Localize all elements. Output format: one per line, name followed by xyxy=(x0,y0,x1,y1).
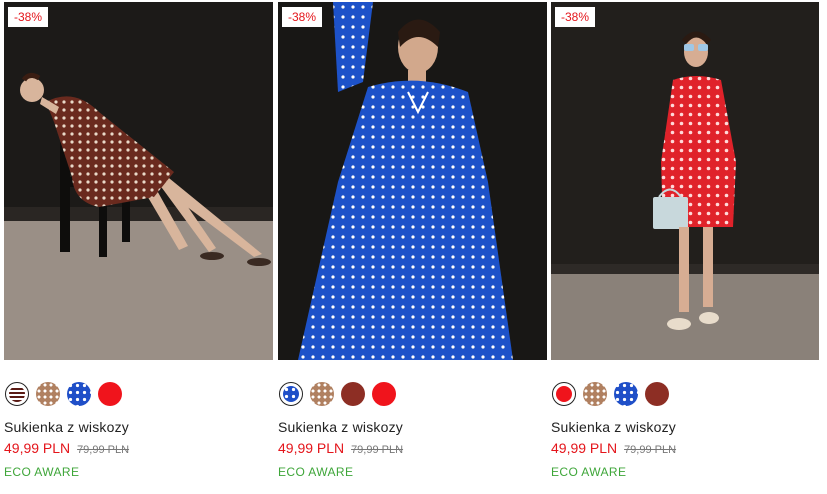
swatch-tan-dots[interactable] xyxy=(36,382,60,406)
swatch-brown-stripe[interactable] xyxy=(5,382,29,406)
product-card[interactable]: -38% Sukienka z wiskozy 49,99 PLN 79,99 … xyxy=(551,2,819,479)
product-photo[interactable]: -38% xyxy=(4,2,273,360)
swatch-blue-dots[interactable] xyxy=(67,382,91,406)
eco-aware-label: ECO AWARE xyxy=(278,465,354,479)
color-swatches xyxy=(4,382,273,406)
swatch-red[interactable] xyxy=(98,382,122,406)
swatch-tan-dots[interactable] xyxy=(310,382,334,406)
old-price: 79,99 PLN xyxy=(351,444,404,456)
product-name[interactable]: Sukienka z wiskozy xyxy=(551,419,819,435)
product-photo[interactable]: -38% xyxy=(551,2,819,360)
current-price: 49,99 PLN xyxy=(278,440,345,456)
product-name[interactable]: Sukienka z wiskozy xyxy=(4,419,273,435)
discount-badge: -38% xyxy=(555,7,596,27)
product-card[interactable]: -38% Sukienka z wiskozy 49,99 PLN 79,99 … xyxy=(278,2,547,479)
eco-aware-label: ECO AWARE xyxy=(4,465,80,479)
product-price: 49,99 PLN 79,99 PLN xyxy=(4,440,273,456)
swatch-tan-dots[interactable] xyxy=(583,382,607,406)
swatch-red[interactable] xyxy=(552,382,576,406)
swatch-blue-dots[interactable] xyxy=(614,382,638,406)
swatch-maroon[interactable] xyxy=(341,382,365,406)
old-price: 79,99 PLN xyxy=(624,444,677,456)
swatch-maroon[interactable] xyxy=(645,382,669,406)
swatch-blue-dots[interactable] xyxy=(279,382,303,406)
product-image-red-dress xyxy=(551,2,819,360)
product-name[interactable]: Sukienka z wiskozy xyxy=(278,419,547,435)
eco-aware-label: ECO AWARE xyxy=(551,465,627,479)
color-swatches xyxy=(278,382,547,406)
product-card[interactable]: -38% Sukienka z wiskozy 49,99 PLN 79,99 … xyxy=(4,2,273,479)
product-price: 49,99 PLN 79,99 PLN xyxy=(278,440,547,456)
current-price: 49,99 PLN xyxy=(551,440,618,456)
swatch-red[interactable] xyxy=(372,382,396,406)
product-image-blue-dress xyxy=(278,2,547,360)
old-price: 79,99 PLN xyxy=(77,444,130,456)
color-swatches xyxy=(551,382,819,406)
discount-badge: -38% xyxy=(8,7,49,27)
discount-badge: -38% xyxy=(282,7,323,27)
product-photo[interactable]: -38% xyxy=(278,2,547,360)
product-price: 49,99 PLN 79,99 PLN xyxy=(551,440,819,456)
product-image-brown-dress xyxy=(4,2,273,360)
current-price: 49,99 PLN xyxy=(4,440,71,456)
